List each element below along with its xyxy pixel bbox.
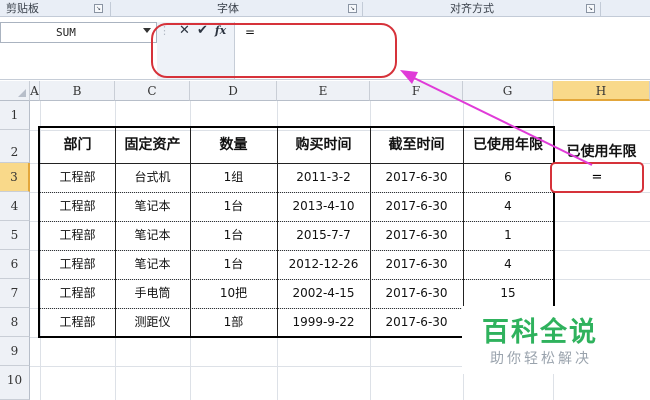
formula-bar: SUM ⋮ ✕ ✔ fx =: [0, 17, 650, 80]
table-cell[interactable]: 2012-12-26: [277, 250, 370, 279]
table-cell[interactable]: 1台: [190, 221, 277, 250]
table-cell[interactable]: 工程部: [40, 163, 115, 192]
table-header-cell[interactable]: 数量: [190, 128, 277, 163]
table-cell[interactable]: 测距仪: [115, 308, 190, 336]
group-separator: [110, 2, 111, 16]
row-header-10[interactable]: 10: [0, 366, 30, 400]
watermark-logo: 百科全说 助你轻松解决: [462, 306, 650, 374]
table-cell[interactable]: 4: [463, 192, 553, 221]
table-cell[interactable]: 2017-6-30: [370, 250, 463, 279]
table-cell[interactable]: 2002-4-15: [277, 279, 370, 308]
row-header-1[interactable]: 1: [0, 101, 30, 130]
table-cell[interactable]: 2017-6-30: [370, 221, 463, 250]
table-cell[interactable]: 手电筒: [115, 279, 190, 308]
formula-buttons: ⋮ ✕ ✔ fx: [157, 22, 234, 79]
table-cell[interactable]: 4: [463, 250, 553, 279]
column-header-b[interactable]: B: [40, 81, 115, 101]
ribbon-group-strip: 剪贴板 ↘ 字体 ↘ 对齐方式 ↘: [0, 0, 650, 17]
table-cell[interactable]: 1组: [190, 163, 277, 192]
table-cell[interactable]: 1台: [190, 250, 277, 279]
table-header-cell[interactable]: 购买时间: [277, 128, 370, 163]
column-header-a[interactable]: A: [30, 81, 40, 101]
table-cell[interactable]: 笔记本: [115, 221, 190, 250]
table-cell[interactable]: 2011-3-2: [277, 163, 370, 192]
chevron-down-icon[interactable]: [143, 28, 151, 33]
table-cell[interactable]: 15: [463, 279, 553, 308]
spreadsheet-window: 剪贴板 ↘ 字体 ↘ 对齐方式 ↘ SUM ⋮ ✕ ✔ fx = A B C D…: [0, 0, 650, 400]
table-cell[interactable]: 1台: [190, 192, 277, 221]
row-header-7[interactable]: 7: [0, 279, 30, 308]
table-cell[interactable]: 2015-7-7: [277, 221, 370, 250]
table-cell[interactable]: 10把: [190, 279, 277, 308]
cancel-icon[interactable]: ✕: [177, 22, 192, 40]
column-header-c[interactable]: C: [115, 81, 190, 101]
row-header-9[interactable]: 9: [0, 337, 30, 366]
select-all-corner[interactable]: [0, 81, 30, 101]
formula-input[interactable]: =: [234, 22, 650, 79]
row-header-8[interactable]: 8: [0, 308, 30, 337]
name-box[interactable]: SUM: [0, 22, 157, 43]
table-cell[interactable]: 工程部: [40, 192, 115, 221]
table-cell[interactable]: 2017-6-30: [370, 163, 463, 192]
row-header-6[interactable]: 6: [0, 250, 30, 279]
row-header-2[interactable]: 2: [0, 130, 30, 163]
table-cell[interactable]: 笔记本: [115, 192, 190, 221]
table-cell[interactable]: 2017-6-30: [370, 279, 463, 308]
table-header-cell[interactable]: 部门: [40, 128, 115, 163]
table-header-cell[interactable]: 固定资产: [115, 128, 190, 163]
ribbon-group-alignment: 对齐方式: [450, 2, 494, 15]
table-cell[interactable]: 2017-6-30: [370, 308, 463, 336]
table-header-cell[interactable]: 已使用年限: [463, 128, 553, 163]
table-cell[interactable]: 1999-9-22: [277, 308, 370, 336]
column-header-e[interactable]: E: [277, 81, 370, 101]
ribbon-group-font: 字体: [217, 2, 239, 15]
table-header-cell[interactable]: 截至时间: [370, 128, 463, 163]
table-cell[interactable]: 工程部: [40, 250, 115, 279]
cell-h2-header[interactable]: 已使用年限: [553, 130, 650, 163]
table-cell[interactable]: 6: [463, 163, 553, 192]
group-separator: [600, 2, 601, 16]
column-header-f[interactable]: F: [370, 81, 463, 101]
column-header-h[interactable]: H: [553, 81, 650, 101]
enter-check-icon[interactable]: ✔: [195, 22, 210, 40]
alignment-launcher-icon[interactable]: ↘: [586, 4, 595, 13]
row-header-5[interactable]: 5: [0, 221, 30, 250]
table-cell[interactable]: 1: [463, 221, 553, 250]
table-cell[interactable]: 笔记本: [115, 250, 190, 279]
column-header-d[interactable]: D: [190, 81, 277, 101]
watermark-title: 百科全说: [482, 317, 598, 348]
table-cell[interactable]: 1部: [190, 308, 277, 336]
table-cell[interactable]: 2017-6-30: [370, 192, 463, 221]
group-separator: [362, 2, 363, 16]
separator-dots-icon: ⋮: [159, 24, 170, 37]
clipboard-launcher-icon[interactable]: ↘: [94, 4, 103, 13]
ribbon-group-clipboard: 剪贴板: [6, 2, 39, 15]
table-cell[interactable]: 工程部: [40, 279, 115, 308]
table-cell[interactable]: 2013-4-10: [277, 192, 370, 221]
table-cell[interactable]: 工程部: [40, 221, 115, 250]
table-cell[interactable]: 工程部: [40, 308, 115, 336]
row-header-3[interactable]: 3: [0, 163, 30, 192]
row-header-4[interactable]: 4: [0, 192, 30, 221]
selected-cell-h3[interactable]: =: [550, 162, 644, 193]
column-header-g[interactable]: G: [463, 81, 553, 101]
watermark-subtitle: 助你轻松解决: [490, 351, 592, 367]
table-cell[interactable]: 台式机: [115, 163, 190, 192]
font-launcher-icon[interactable]: ↘: [348, 4, 357, 13]
insert-function-icon[interactable]: fx: [213, 22, 228, 40]
